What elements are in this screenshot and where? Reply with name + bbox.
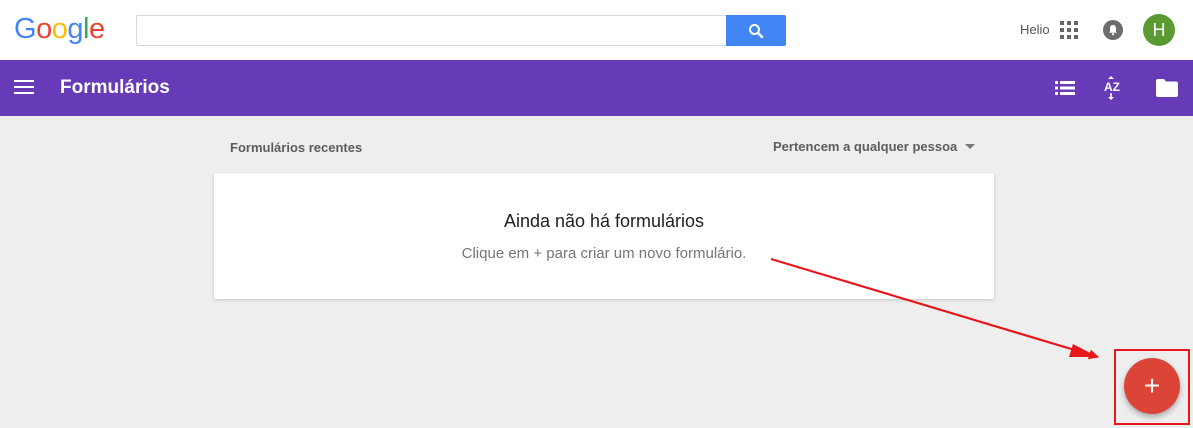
chevron-down-icon xyxy=(965,144,976,149)
search-button[interactable] xyxy=(726,15,786,46)
owner-filter-label: Pertencem a qualquer pessoa xyxy=(773,139,958,154)
avatar[interactable]: H xyxy=(1143,14,1175,46)
hamburger-menu-icon[interactable] xyxy=(14,80,34,96)
empty-state-title: Ainda não há formulários xyxy=(503,211,705,231)
google-header: Google Helio H xyxy=(0,0,1193,60)
logo-letter: g xyxy=(67,13,83,45)
section-label-recent-forms: Formulários recentes xyxy=(230,140,363,155)
search-icon xyxy=(749,23,764,38)
annotation-highlight-box xyxy=(1114,349,1190,425)
apps-grid-icon[interactable] xyxy=(1060,21,1078,39)
empty-state-subtitle: Clique em + para criar um novo formulári… xyxy=(461,245,747,262)
logo-letter: o xyxy=(36,13,52,45)
logo-letter: e xyxy=(88,13,105,45)
svg-text:AZ: AZ xyxy=(1104,80,1120,94)
forms-app-bar: Formulários AZ xyxy=(0,60,1193,116)
folder-icon[interactable] xyxy=(1155,76,1179,100)
google-logo[interactable]: Google xyxy=(14,12,105,46)
owner-filter-dropdown[interactable]: Pertencem a qualquer pessoa xyxy=(773,139,976,154)
empty-state-card: Ainda não há formulários Clique em + par… xyxy=(214,173,994,299)
list-view-icon[interactable] xyxy=(1053,76,1077,100)
user-name[interactable]: Helio xyxy=(1020,22,1050,37)
logo-letter: o xyxy=(51,13,68,45)
page-title: Formulários xyxy=(60,77,170,98)
sort-az-icon[interactable]: AZ xyxy=(1102,76,1126,100)
bell-icon xyxy=(1109,25,1117,36)
logo-letter: G xyxy=(14,13,37,45)
notifications-button[interactable] xyxy=(1103,20,1123,40)
search-input[interactable] xyxy=(136,15,727,46)
